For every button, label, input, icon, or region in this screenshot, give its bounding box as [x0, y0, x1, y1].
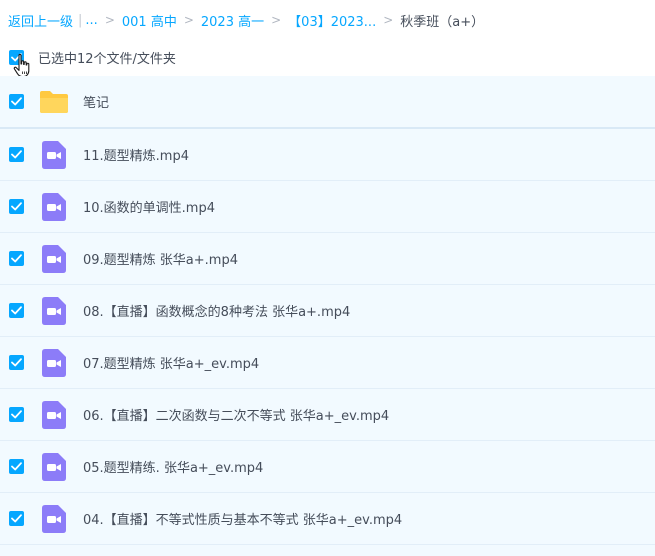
file-row-video[interactable]: 04.【直播】不等式性质与基本不等式 张华a+_ev.mp4 [0, 493, 655, 545]
folder-icon [39, 87, 69, 117]
back-link[interactable]: 返回上一级 [8, 11, 73, 30]
row-checkbox[interactable] [9, 199, 24, 214]
file-row-video[interactable]: 09.题型精炼 张华a+.mp4 [0, 233, 655, 285]
video-file-icon [39, 400, 69, 430]
row-checkbox[interactable] [9, 251, 24, 266]
check-icon [11, 97, 22, 106]
breadcrumb-separator: > [383, 13, 394, 27]
file-row-video[interactable]: 05.题型精练. 张华a+_ev.mp4 [0, 441, 655, 493]
check-icon [11, 358, 22, 367]
row-checkbox[interactable] [9, 407, 24, 422]
file-row-video[interactable]: 07.题型精炼 张华a+_ev.mp4 [0, 337, 655, 389]
file-name[interactable]: 11.题型精炼.mp4 [83, 145, 189, 164]
video-file-icon [39, 244, 69, 274]
row-checkbox[interactable] [9, 355, 24, 370]
file-list: 笔记 11.题型精炼.mp4 10.函数的单调性.mp4 09.题型精炼 张华a… [0, 76, 655, 556]
video-file-icon [39, 140, 69, 170]
video-file-icon [39, 296, 69, 326]
row-checkbox[interactable] [9, 147, 24, 162]
file-row-video[interactable]: 11.题型精炼.mp4 [0, 129, 655, 181]
video-file-icon [39, 192, 69, 222]
file-name[interactable]: 04.【直播】不等式性质与基本不等式 张华a+_ev.mp4 [83, 509, 402, 528]
video-file-icon [39, 452, 69, 482]
file-row-video[interactable]: 06.【直播】二次函数与二次不等式 张华a+_ev.mp4 [0, 389, 655, 441]
video-file-icon [39, 348, 69, 378]
breadcrumb-pipe: | [78, 12, 83, 28]
file-row-video[interactable]: 08.【直播】函数概念的8种考法 张华a+.mp4 [0, 285, 655, 337]
check-icon [11, 150, 22, 159]
select-all-bar: 已选中12个文件/文件夹 [0, 44, 655, 70]
breadcrumb-item-high-school[interactable]: 001 高中 [122, 11, 177, 30]
file-row-notes[interactable]: 笔记 [0, 76, 655, 129]
file-name[interactable]: 08.【直播】函数概念的8种考法 张华a+.mp4 [83, 301, 350, 320]
breadcrumb-separator: > [271, 13, 282, 27]
file-name[interactable]: 07.题型精炼 张华a+_ev.mp4 [83, 353, 259, 372]
video-file-icon [39, 542, 69, 556]
row-checkbox[interactable] [9, 511, 24, 526]
file-name[interactable]: 09.题型精炼 张华a+.mp4 [83, 249, 238, 268]
video-file-icon [39, 504, 69, 534]
selection-count: 已选中12个文件/文件夹 [38, 51, 176, 67]
row-checkbox[interactable] [9, 94, 24, 109]
check-icon [11, 254, 22, 263]
breadcrumb-item-grade-one[interactable]: 2023 高一 [201, 11, 264, 30]
breadcrumb: 返回上一级 | ... > 001 高中 > 2023 高一 > 【03】202… [8, 10, 484, 30]
check-icon [11, 514, 22, 523]
file-row-partial[interactable] [0, 545, 655, 556]
check-icon [11, 306, 22, 315]
file-row-video[interactable]: 10.函数的单调性.mp4 [0, 181, 655, 233]
breadcrumb-current: 秋季班（a+） [400, 14, 485, 30]
file-name[interactable]: 05.题型精练. 张华a+_ev.mp4 [83, 457, 263, 476]
breadcrumb-separator: > [183, 13, 194, 27]
check-icon [11, 462, 22, 471]
file-name[interactable]: 笔记 [83, 92, 109, 111]
file-name[interactable]: 10.函数的单调性.mp4 [83, 197, 215, 216]
row-checkbox[interactable] [9, 303, 24, 318]
row-checkbox[interactable] [9, 459, 24, 474]
breadcrumb-ellipsis[interactable]: ... [85, 13, 97, 28]
check-icon [11, 52, 22, 61]
check-icon [11, 410, 22, 419]
select-all-checkbox[interactable] [9, 49, 24, 65]
check-icon [11, 202, 22, 211]
file-name[interactable]: 06.【直播】二次函数与二次不等式 张华a+_ev.mp4 [83, 405, 389, 424]
breadcrumb-item-03[interactable]: 【03】2023... [288, 11, 376, 30]
breadcrumb-separator: > [104, 13, 115, 27]
file-browser: 返回上一级 | ... > 001 高中 > 2023 高一 > 【03】202… [0, 0, 655, 556]
